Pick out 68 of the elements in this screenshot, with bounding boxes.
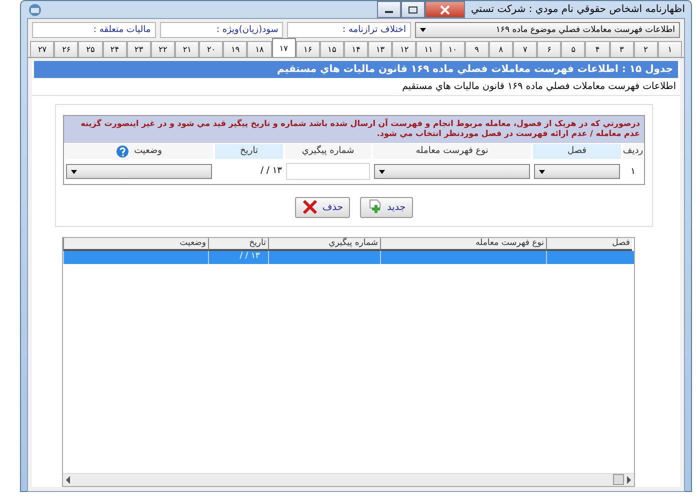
page-tab[interactable]: ۱۹ — [223, 41, 248, 57]
page-tab[interactable]: ۲۶ — [54, 41, 78, 57]
page-tab[interactable]: ۲۴ — [102, 41, 127, 57]
page-tab[interactable]: ۱ — [658, 41, 682, 57]
page-tab[interactable]: ۲۰ — [199, 41, 224, 57]
page-tab[interactable]: ۱۸ — [247, 41, 272, 57]
page-tab[interactable]: ۱۵ — [320, 41, 344, 57]
page-tab[interactable]: ۷ — [513, 41, 538, 57]
dropdown-field[interactable] — [66, 164, 212, 180]
column-header: وضعيت — [63, 238, 208, 251]
page-tab[interactable]: ۱۳ — [368, 41, 392, 57]
page-tab[interactable]: ۸ — [488, 41, 514, 57]
notice-text: درصورتي که در هريک از فصول، معامله مربوط انجام و فهرست آن ارسال شده باشد شماره و تاريخ پيگير قيد مي شود و در غير اينصورت گزينه عدم معامله / عدم ارائه فهرست در فصل موردنظر انتخاب مي شود. — [64, 116, 644, 143]
close-icon — [440, 4, 450, 14]
dropdown-field[interactable] — [534, 164, 620, 180]
help-icon[interactable] — [116, 144, 130, 158]
column-header: فصل — [568, 146, 586, 156]
page-tab[interactable]: ۱۴ — [344, 41, 368, 57]
column-header: نوع فهرست معامله — [416, 146, 488, 156]
page-tab[interactable]: ۱۰ — [440, 41, 465, 57]
column-header: تاريخ — [208, 238, 268, 251]
page-tab[interactable]: ۵ — [561, 41, 586, 57]
summary-field: اختلاف ترازنامه : — [287, 22, 411, 38]
topic-dropdown[interactable]: اطلاعات فهرست معاملات فصلي موضوع ماده ۱۶۹ — [415, 22, 680, 38]
page-tab[interactable]: ۱۷ — [272, 38, 296, 57]
page-tab[interactable]: ۶ — [537, 41, 562, 57]
column-header: شماره پيگيري — [268, 238, 380, 251]
window-title: اظهارنامه اشخاص حقوقي نام مودي : شرکت تستي — [470, 4, 685, 15]
input-field[interactable] — [286, 163, 370, 180]
close-button[interactable] — [424, 1, 465, 18]
delete-button[interactable]: حذف — [295, 196, 350, 218]
column-header: شماره پيگيري — [302, 146, 354, 156]
column-header: نوع فهرست معامله — [380, 238, 546, 251]
page-tab[interactable]: ۱۱ — [416, 41, 441, 57]
page-tab[interactable]: ۱۶ — [296, 41, 320, 57]
section-header: جدول ۱۵ : اطلاعات فهرست معاملات فصلي ماده ۱۶۹ قانون ماليات هاي مستقيم — [34, 61, 678, 78]
page-tab[interactable]: ۲۷ — [30, 41, 54, 57]
minimize-button[interactable] — [376, 1, 401, 18]
horizontal-scrollbar[interactable] — [63, 472, 634, 486]
column-header: وضعيت — [134, 146, 162, 156]
page-tab[interactable]: ۲ — [634, 41, 658, 57]
page-tab[interactable]: ۹ — [464, 41, 489, 57]
row-number: ۱ — [630, 166, 636, 177]
page-tab[interactable]: ۲۳ — [126, 41, 151, 57]
page-tab[interactable]: ۴ — [585, 41, 610, 57]
table-cell: ۱۳ / / — [240, 250, 260, 261]
page-tab[interactable]: ۳ — [610, 41, 634, 57]
restore-icon — [408, 6, 418, 14]
scroll-right-icon[interactable] — [626, 476, 632, 484]
app-icon — [27, 2, 43, 18]
summary-field: ماليات متعلقه : — [32, 22, 156, 38]
page-tab[interactable]: ۲۵ — [78, 41, 103, 57]
column-header: رديف — [622, 146, 644, 156]
add-document-icon — [367, 199, 384, 216]
section-subtitle: اطلاعات فهرست معاملات فصلي ماده ۱۶۹ قانون ماليات هاي مستقيم — [32, 78, 680, 96]
page-tab[interactable]: ۲۱ — [175, 41, 200, 57]
restore-button[interactable] — [400, 1, 425, 18]
dropdown-field[interactable] — [374, 164, 530, 180]
column-header: تاريخ — [240, 146, 258, 156]
delete-icon — [302, 199, 318, 216]
summary-field: سود(زيان)ويژه : — [160, 22, 284, 38]
column-header: فصل — [546, 238, 632, 251]
new-button[interactable]: جديد — [360, 196, 413, 218]
page-tab[interactable]: ۱۲ — [392, 41, 416, 57]
scroll-thumb[interactable] — [613, 474, 624, 486]
page-tab[interactable]: ۲۲ — [150, 41, 176, 57]
date-field[interactable]: ۱۳ / / — [216, 163, 282, 180]
scroll-left-icon[interactable] — [65, 476, 71, 484]
